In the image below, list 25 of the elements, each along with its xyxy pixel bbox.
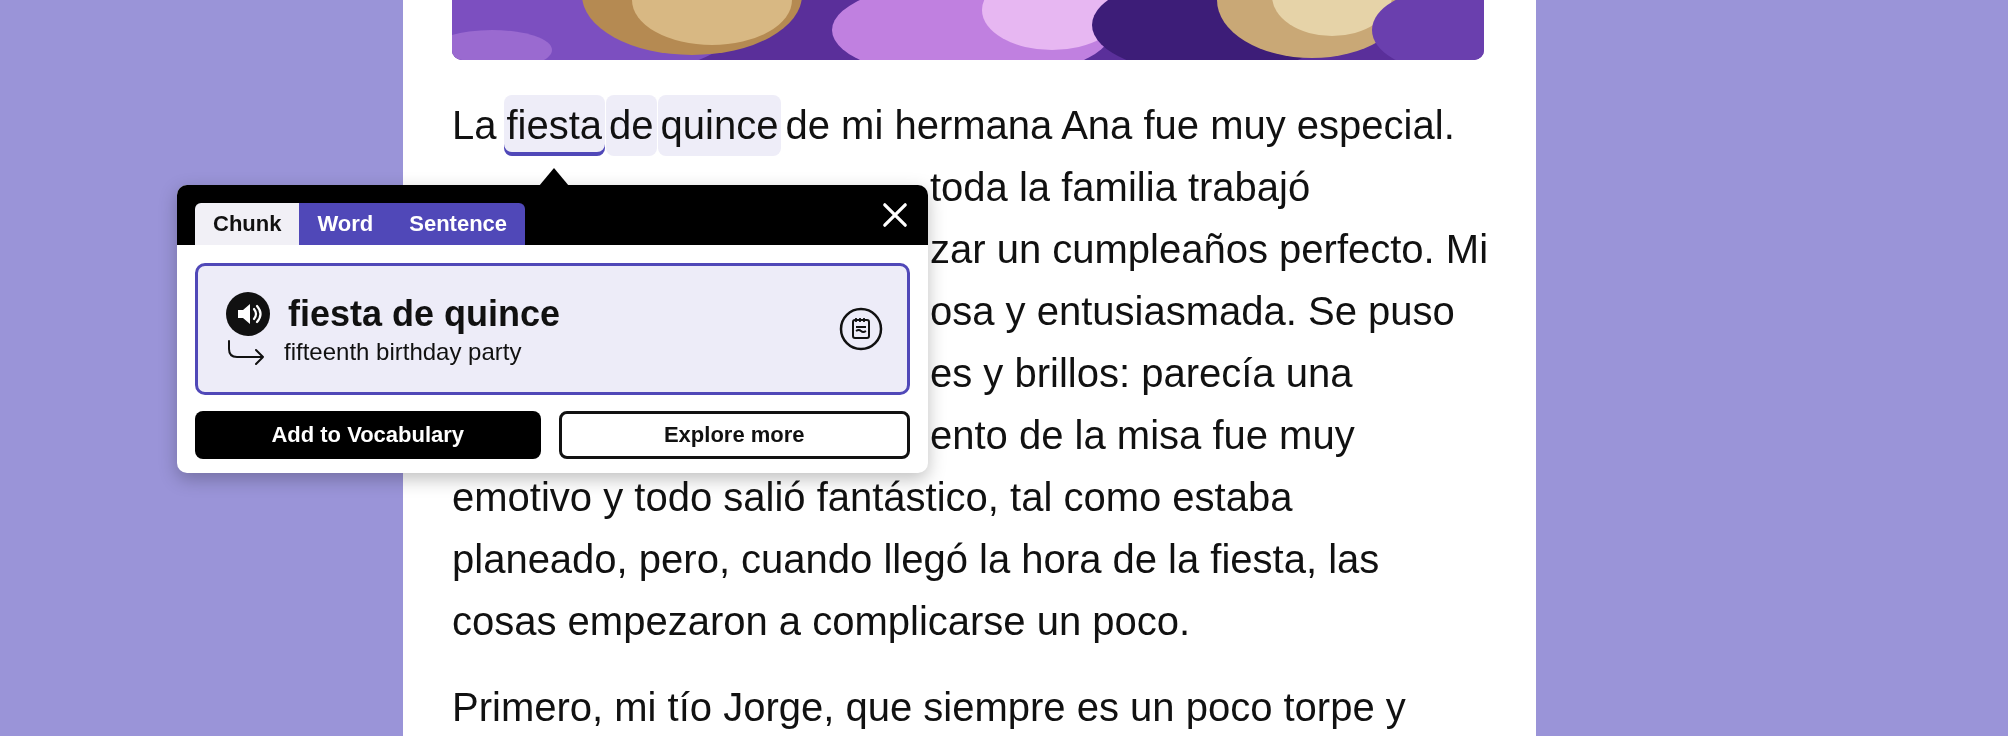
reading-text: emotivo y todo salió fantástico, tal como estaba [452, 474, 1293, 520]
tab[interactable]: Sentence [391, 203, 526, 245]
chunk-word[interactable]: fiesta [503, 94, 606, 156]
reading-text: planeado, pero, cuando llegó la hora de la fiesta, las [452, 536, 1380, 582]
reading-text: zar un cumpleaños perfecto. Mi [930, 226, 1489, 272]
tab[interactable]: Chunk [195, 203, 300, 245]
explore-button[interactable]: Explore more [558, 411, 910, 459]
add-button[interactable]: Add to Vocabulary [195, 411, 541, 459]
close-icon[interactable] [882, 202, 908, 228]
reading-text: ento de la misa fue muy [930, 412, 1355, 458]
chunk-word[interactable]: quince [657, 94, 782, 156]
reading-text: osa y entusiasmada. Se puso [930, 288, 1455, 334]
arrow-icon [226, 339, 266, 365]
headword: fiesta de quince [288, 293, 561, 335]
speaker-icon[interactable] [226, 292, 270, 336]
reading-text: de mi hermana Ana fue muy especial. [785, 102, 1455, 148]
reading-text: es y brillos: parecía una [930, 350, 1353, 396]
translation-text: fifteenth birthday party [284, 338, 522, 366]
notepad-icon[interactable] [839, 307, 883, 351]
tab[interactable]: Word [299, 203, 392, 245]
chunk-word[interactable]: de [606, 94, 657, 156]
reading-text: Primero, mi tío Jorge, que siempre es un poco torpe y [452, 684, 1406, 730]
reading-text: toda la familia trabajó [930, 164, 1311, 210]
reading-text: cosas empezaron a complicarse un poco. [452, 598, 1191, 644]
reading-text: La [452, 102, 497, 148]
